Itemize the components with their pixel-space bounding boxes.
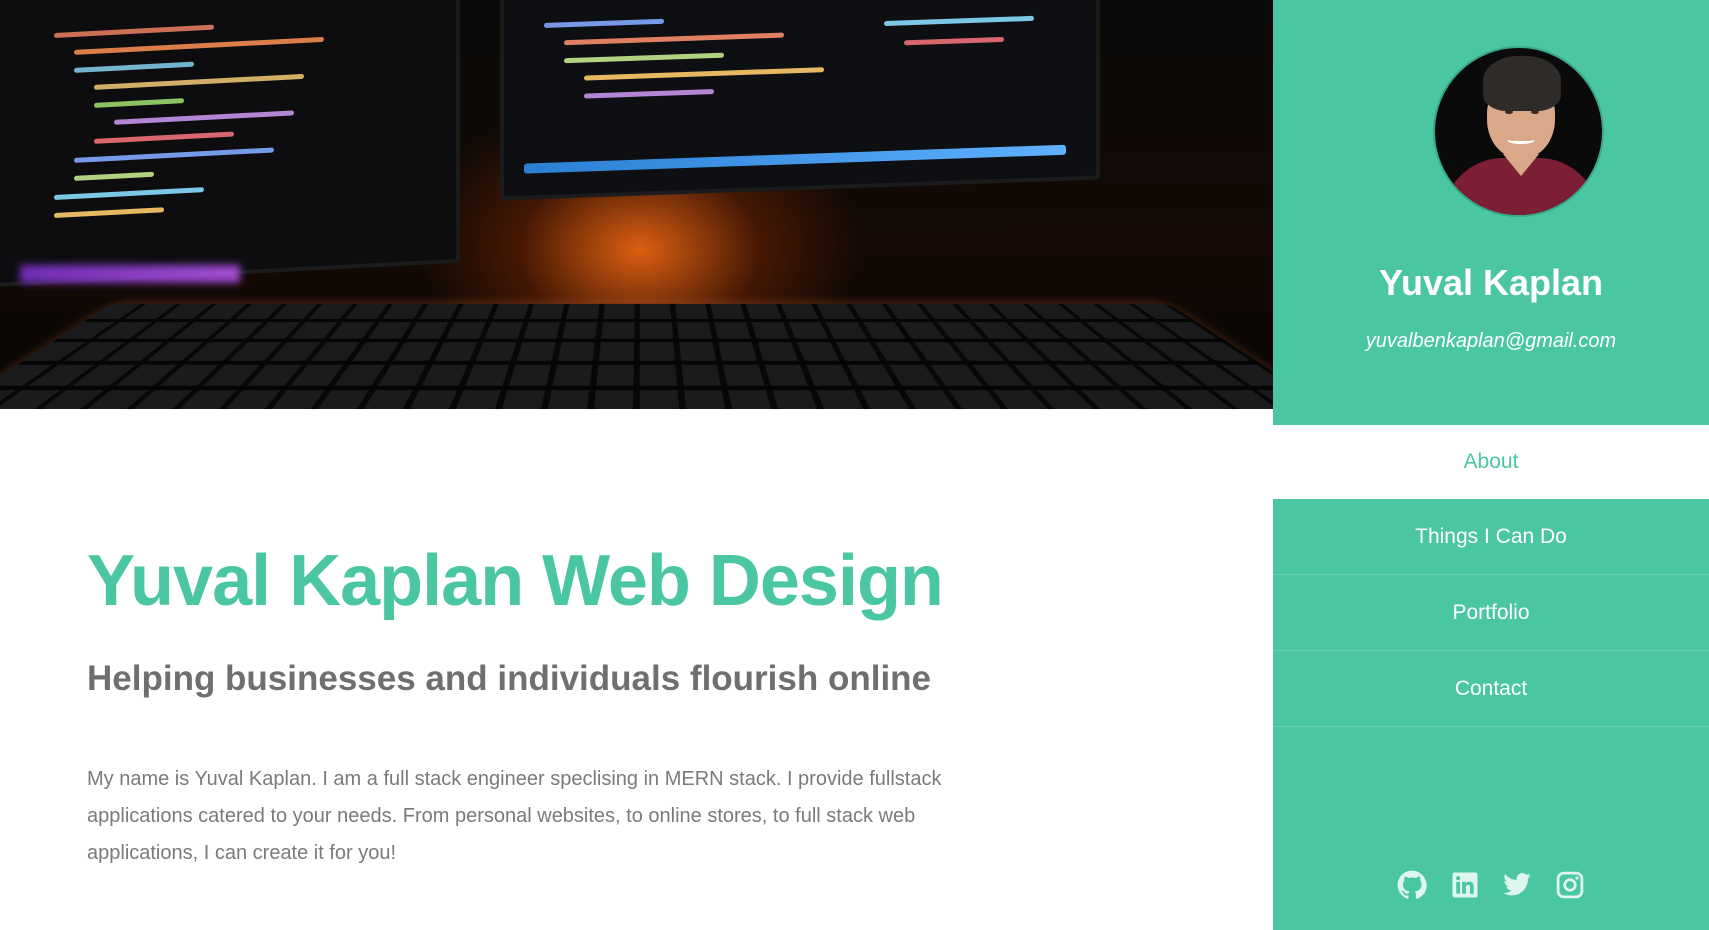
nav-item-things-i-can-do[interactable]: Things I Can Do [1273,499,1709,575]
profile-card: Yuval Kaplan yuvalbenkaplan@gmail.com [1273,0,1709,425]
main-content: Yuval Kaplan Web Design Helping business… [0,0,1273,930]
nav-item-contact[interactable]: Contact [1273,651,1709,727]
nav-item-about[interactable]: About [1273,425,1709,499]
left-monitor-graphic [0,0,460,287]
instagram-icon[interactable] [1555,870,1585,900]
sidebar-nav: About Things I Can Do Portfolio Contact [1273,425,1709,727]
intro-paragraph: My name is Yuval Kaplan. I am a full sta… [87,761,987,872]
keyboard-graphic [0,304,1273,409]
twitter-icon[interactable] [1502,870,1532,900]
avatar [1433,46,1604,217]
right-monitor-graphic [500,0,1100,200]
github-icon[interactable] [1397,870,1427,900]
profile-email[interactable]: yuvalbenkaplan@gmail.com [1273,330,1709,353]
profile-name: Yuval Kaplan [1273,262,1709,304]
intro-section: Yuval Kaplan Web Design Helping business… [87,545,1187,872]
linkedin-icon[interactable] [1450,870,1480,900]
sidebar: Yuval Kaplan yuvalbenkaplan@gmail.com Ab… [1273,0,1709,930]
hero-image [0,0,1273,409]
page-tagline: Helping businesses and individuals flour… [87,659,1187,699]
nav-item-portfolio[interactable]: Portfolio [1273,575,1709,651]
page-title: Yuval Kaplan Web Design [87,545,1187,617]
social-links [1273,870,1709,900]
